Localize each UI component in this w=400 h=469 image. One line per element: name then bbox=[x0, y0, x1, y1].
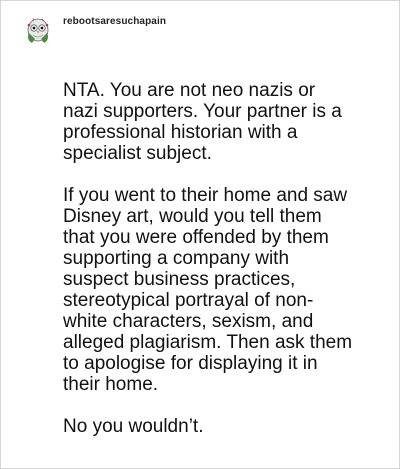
snowy-owl-avatar-icon[interactable] bbox=[23, 15, 53, 45]
post-paragraph-1: NTA. You are not neo nazis or nazi suppo… bbox=[63, 80, 342, 164]
post-paragraph-2: If you went to their home and saw Disney… bbox=[63, 185, 353, 395]
post-paragraph-3: No you wouldn’t. bbox=[63, 416, 204, 437]
post-card: rebootsaresuchapain NTA. You are not neo… bbox=[0, 0, 400, 469]
post-header: rebootsaresuchapain bbox=[23, 15, 166, 45]
username[interactable]: rebootsaresuchapain bbox=[63, 16, 166, 27]
post-body: NTA. You are not neo nazis or nazi suppo… bbox=[63, 80, 353, 437]
